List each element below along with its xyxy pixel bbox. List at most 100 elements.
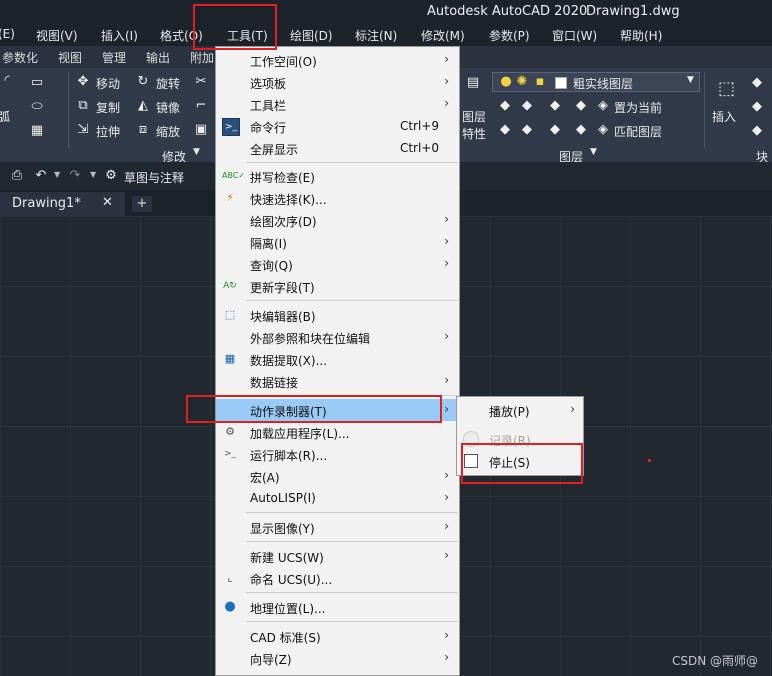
menu-item-cad-standards[interactable]: CAD 标准(S) › xyxy=(216,625,459,647)
chevron-right-icon: › xyxy=(444,234,449,248)
tab-parametric[interactable]: 参数化 xyxy=(2,49,38,66)
crosshair-point xyxy=(648,459,651,462)
chevron-right-icon: › xyxy=(444,256,449,270)
match-layer-button[interactable]: 匹配图层 xyxy=(614,123,662,140)
chevron-right-icon: › xyxy=(444,96,449,110)
load-application-icon: ⚙ xyxy=(225,425,235,438)
mirror-button[interactable]: 镜像 xyxy=(156,99,180,116)
menu-item-quick-select[interactable]: ⚡ 快速选择(K)... xyxy=(216,187,459,209)
block-tool-icon[interactable]: ◆ xyxy=(750,100,764,114)
menu-separator xyxy=(246,541,458,542)
array-icon[interactable]: ▣ xyxy=(194,123,208,137)
arc-icon[interactable]: ◜ xyxy=(0,74,14,88)
layer-tool-icon[interactable]: ◆ xyxy=(574,99,588,113)
command-line-icon: >_ xyxy=(222,118,240,136)
tab-output[interactable]: 输出 xyxy=(146,49,170,66)
menu-insert[interactable]: 插入(I) xyxy=(101,27,138,44)
trim-icon[interactable]: ✂ xyxy=(194,75,208,89)
title-bar: Autodesk AutoCAD 2020 Drawing1.dwg xyxy=(0,0,772,24)
block-tool-icon[interactable]: ◆ xyxy=(750,76,764,90)
menu-item-autolisp[interactable]: AutoLISP(I) › xyxy=(216,487,459,509)
undo-icon[interactable]: ↶ xyxy=(34,169,48,183)
document-tab[interactable]: Drawing1* ✕ xyxy=(0,192,125,216)
menu-item-block-editor[interactable]: ⬚ 块编辑器(B) xyxy=(216,304,459,326)
menu-item-data-extraction[interactable]: ▦ 数据提取(X)... xyxy=(216,348,459,370)
menu-item-fullscreen[interactable]: 全屏显示 Ctrl+0 xyxy=(216,137,459,159)
layer-tool-icon[interactable]: ◆ xyxy=(574,123,588,137)
new-tab-button[interactable]: + xyxy=(132,196,152,212)
layer-tool-icon[interactable]: ◆ xyxy=(498,123,512,137)
menu-modify[interactable]: 修改(M) xyxy=(421,27,465,44)
menu-item-named-ucs[interactable]: ⌞ 命名 UCS(U)... xyxy=(216,567,459,589)
menu-item-draw-order[interactable]: 绘图次序(D) › xyxy=(216,209,459,231)
chevron-down-icon[interactable]: ▼ xyxy=(193,147,200,157)
set-current-button[interactable]: 置为当前 xyxy=(614,99,662,116)
move-button[interactable]: 移动 xyxy=(96,75,120,92)
menu-item-toolbars[interactable]: 工具栏 › xyxy=(216,93,459,115)
layer-tool-icon[interactable]: ◆ xyxy=(548,123,562,137)
menu-view[interactable]: 视图(V) xyxy=(36,27,78,44)
menu-item-isolate[interactable]: 隔离(I) › xyxy=(216,231,459,253)
chevron-right-icon: › xyxy=(444,74,449,88)
tab-manage[interactable]: 管理 xyxy=(102,49,126,66)
insert-block-icon[interactable]: ⬚ xyxy=(718,80,735,98)
chevron-down-icon[interactable]: ▼ xyxy=(54,170,60,179)
tab-addins[interactable]: 附加 xyxy=(190,49,214,66)
menu-item-macro[interactable]: 宏(A) › xyxy=(216,465,459,487)
menu-item-geolocation[interactable]: ● 地理位置(L)... xyxy=(216,596,459,618)
layer-properties-label-1[interactable]: 图层 xyxy=(462,108,486,125)
menu-item-workspace[interactable]: 工作空间(O) › xyxy=(216,49,459,71)
menu-item-new-ucs[interactable]: 新建 UCS(W) › xyxy=(216,545,459,567)
menu-item-spellcheck[interactable]: ABC✓ 拼写检查(E) xyxy=(216,165,459,187)
layer-dropdown[interactable]: ● ✺ ▪ 粗实线图层 ▼ xyxy=(492,72,700,92)
close-icon[interactable]: ✕ xyxy=(102,195,113,210)
chevron-down-icon[interactable]: ▼ xyxy=(90,170,96,179)
menu-item-xref-edit[interactable]: 外部参照和块在位编辑 › xyxy=(216,326,459,348)
menu-edit[interactable]: (E) xyxy=(0,27,15,41)
block-tool-icon[interactable]: ◆ xyxy=(750,124,764,138)
insert-button[interactable]: 插入 xyxy=(712,108,736,125)
menu-item-update-field[interactable]: A↻ 更新字段(T) xyxy=(216,275,459,297)
copy-button[interactable]: 复制 xyxy=(96,99,120,116)
ellipse-icon[interactable]: ⬭ xyxy=(30,100,44,114)
hatch-icon[interactable]: ▦ xyxy=(30,124,44,138)
menu-item-load-application[interactable]: ⚙ 加载应用程序(L)... xyxy=(216,421,459,443)
menu-item-run-script[interactable]: >_ 运行脚本(R)... xyxy=(216,443,459,465)
menu-help[interactable]: 帮助(H) xyxy=(620,27,662,44)
menu-draw[interactable]: 绘图(D) xyxy=(290,27,333,44)
scale-icon: ⧈ xyxy=(138,122,148,137)
menu-window[interactable]: 窗口(W) xyxy=(552,27,597,44)
rotate-button[interactable]: 旋转 xyxy=(156,75,180,92)
menu-item-inquiry[interactable]: 查询(Q) › xyxy=(216,253,459,275)
menu-item-display-image[interactable]: 显示图像(Y) › xyxy=(216,516,459,538)
annotation-box-stop xyxy=(461,443,583,484)
scale-button[interactable]: 缩放 xyxy=(156,123,180,140)
layer-properties-label-2[interactable]: 特性 xyxy=(462,125,486,142)
menu-separator xyxy=(246,621,458,622)
menu-item-wizards[interactable]: 向导(Z) › xyxy=(216,647,459,669)
submenu-item-play[interactable]: 播放(P) › xyxy=(457,399,583,421)
divider xyxy=(704,72,705,148)
layer-properties-icon[interactable]: ▤ xyxy=(466,76,480,90)
menu-item-command-line[interactable]: >_ 命令行 Ctrl+9 xyxy=(216,115,459,137)
layer-tool-icon[interactable]: ◆ xyxy=(548,99,562,113)
fillet-icon[interactable]: ⌐ xyxy=(194,99,208,113)
layer-tool-icon[interactable]: ◆ xyxy=(520,123,534,137)
chevron-down-icon[interactable]: ▼ xyxy=(590,147,597,157)
stretch-button[interactable]: 拉伸 xyxy=(96,123,120,140)
redo-icon[interactable]: ↷ xyxy=(68,169,82,183)
layer-tool-icon[interactable]: ◆ xyxy=(498,99,512,113)
menu-dimension[interactable]: 标注(N) xyxy=(355,27,397,44)
layer-tool-icon[interactable]: ◆ xyxy=(520,99,534,113)
workspace-selector[interactable]: 草图与注释 xyxy=(124,169,184,186)
tab-view[interactable]: 视图 xyxy=(58,49,82,66)
print-icon[interactable]: ⎙ xyxy=(10,169,24,183)
menu-item-palettes[interactable]: 选项板 › xyxy=(216,71,459,93)
menu-item-data-link[interactable]: 数据链接 › xyxy=(216,370,459,392)
script-icon: >_ xyxy=(223,449,237,459)
menu-parametric[interactable]: 参数(P) xyxy=(489,27,530,44)
block-editor-icon: ⬚ xyxy=(224,308,236,321)
tools-menu: 工作空间(O) › 选项板 › 工具栏 › >_ 命令行 Ctrl+9 全屏显示 Ctrl… xyxy=(215,46,460,676)
rectangle-icon[interactable]: ▭ xyxy=(30,76,44,90)
move-icon: ✥ xyxy=(77,74,89,89)
